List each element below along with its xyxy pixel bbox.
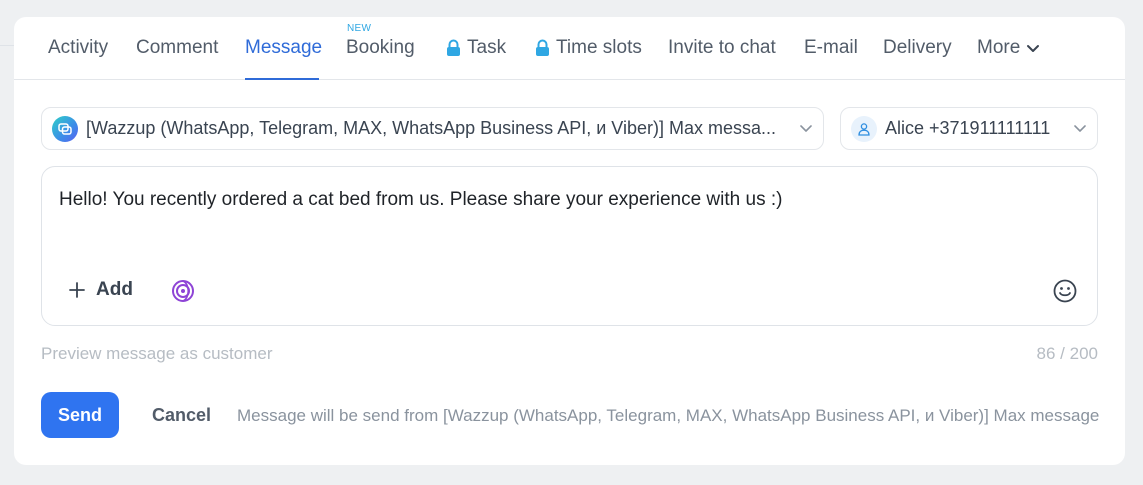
channel-select-value: [Wazzup (WhatsApp, Telegram, MAX, WhatsA… xyxy=(86,118,776,138)
contact-select-value: Alice +371911111111 xyxy=(885,118,1051,138)
tab-label: Comment xyxy=(136,37,219,58)
user-icon xyxy=(851,115,877,142)
channel-select[interactable]: [Wazzup (WhatsApp, Telegram, MAX, WhatsA… xyxy=(41,107,824,150)
copilot-icon[interactable] xyxy=(170,278,196,304)
tab-label: Message xyxy=(245,37,323,58)
tab-label: More xyxy=(977,37,1021,58)
page-divider xyxy=(0,45,14,46)
tab-label: Invite to chat xyxy=(668,37,776,58)
chevron-down-icon xyxy=(1074,125,1086,132)
tab-label: Task xyxy=(467,37,507,58)
chevron-down-icon xyxy=(800,125,812,132)
add-button[interactable]: Add xyxy=(68,279,133,301)
lock-icon xyxy=(536,39,549,56)
tab-booking[interactable]: Booking xyxy=(346,37,415,59)
activity-editor-card: NEW Activity Comment Message Booking Tas… xyxy=(14,17,1125,465)
tab-time-slots[interactable]: Time slots xyxy=(535,37,642,59)
tab-label: Booking xyxy=(346,37,415,58)
tab-message[interactable]: Message xyxy=(245,37,322,59)
tab-label: Time slots xyxy=(556,37,642,58)
tab-invite-to-chat[interactable]: Invite to chat xyxy=(668,37,776,59)
tab-delivery[interactable]: Delivery xyxy=(883,37,952,59)
tab-email[interactable]: E-mail xyxy=(804,37,858,59)
tab-activity[interactable]: Activity xyxy=(48,37,108,59)
lock-icon xyxy=(447,39,460,56)
tab-task[interactable]: Task xyxy=(446,37,506,59)
tab-label: Delivery xyxy=(883,37,952,58)
plus-icon xyxy=(69,282,85,298)
chevron-down-icon xyxy=(1027,44,1040,52)
send-from-note: Message will be send from [Wazzup (Whats… xyxy=(237,406,1100,425)
message-editor[interactable]: Hello! You recently ordered a cat bed fr… xyxy=(41,166,1098,326)
active-tab-indicator xyxy=(245,78,319,80)
preview-as-customer-link[interactable]: Preview message as customer xyxy=(41,344,272,364)
tab-label: E-mail xyxy=(804,37,858,58)
message-text[interactable]: Hello! You recently ordered a cat bed fr… xyxy=(59,189,782,211)
tab-comment[interactable]: Comment xyxy=(136,37,218,59)
tab-label: Activity xyxy=(48,37,109,58)
contact-select[interactable]: Alice +371911111111 xyxy=(840,107,1098,150)
wazzup-chat-icon xyxy=(52,115,78,142)
cancel-button[interactable]: Cancel xyxy=(152,405,211,426)
send-button[interactable]: Send xyxy=(41,392,119,438)
tab-bar: NEW Activity Comment Message Booking Tas… xyxy=(14,17,1125,80)
tab-more[interactable]: More xyxy=(977,37,1040,59)
smile-icon[interactable] xyxy=(1052,278,1078,304)
new-badge: NEW xyxy=(347,23,372,34)
character-counter: 86 / 200 xyxy=(1036,344,1098,363)
add-button-label: Add xyxy=(96,279,133,300)
